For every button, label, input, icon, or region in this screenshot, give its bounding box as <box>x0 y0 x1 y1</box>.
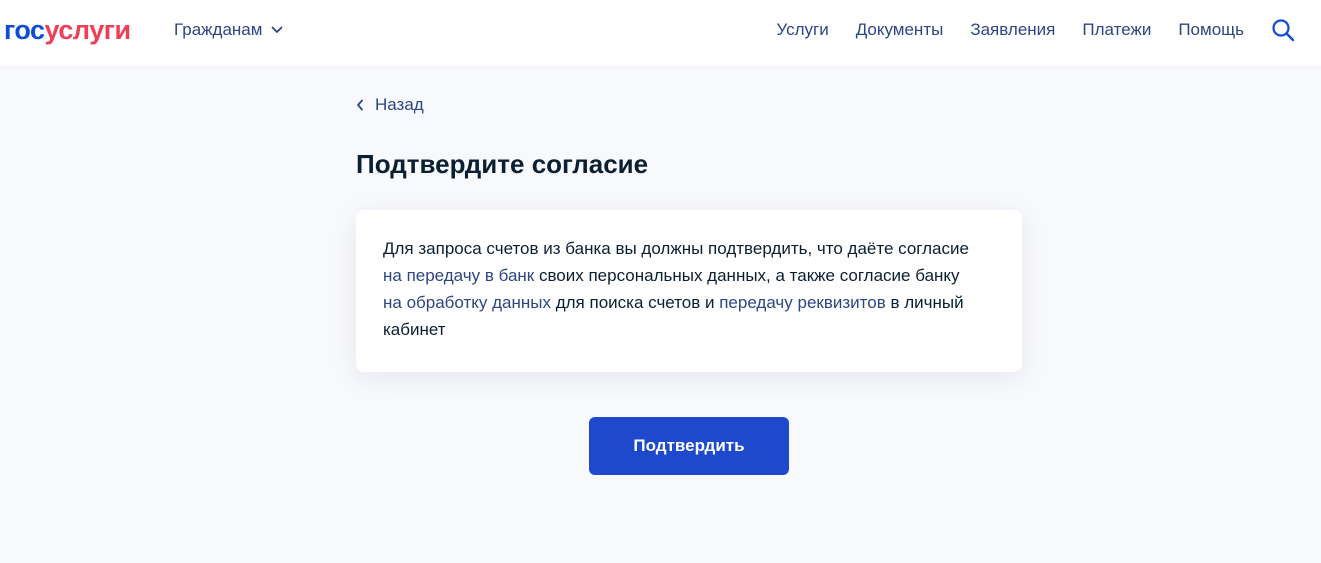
consent-text-part: своих персональных данных, а также согла… <box>534 266 960 285</box>
consent-text-part: Для запроса счетов из банка вы должны по… <box>383 239 969 258</box>
consent-text-part: для поиска счетов и <box>551 293 720 312</box>
link-requisites-transfer[interactable]: передачу реквизитов <box>719 293 886 312</box>
link-transfer-to-bank[interactable]: на передачу в банк <box>383 266 534 285</box>
nav-item-help[interactable]: Помощь <box>1178 20 1244 40</box>
link-data-processing[interactable]: на обработку данных <box>383 293 551 312</box>
gosuslugi-logo[interactable]: госуслуги <box>4 14 131 46</box>
nav-item-documents[interactable]: Документы <box>856 20 944 40</box>
logo-part-gos: гос <box>4 15 45 45</box>
main-nav: Услуги Документы Заявления Платежи Помощ… <box>776 18 1321 42</box>
back-link-label: Назад <box>375 95 424 114</box>
consent-card: Для запроса счетов из банка вы должны по… <box>356 210 1022 372</box>
chevron-down-icon <box>272 26 283 33</box>
nav-item-services[interactable]: Услуги <box>776 20 828 40</box>
logo-part-uslugi: услуги <box>44 15 132 45</box>
nav-item-payments[interactable]: Платежи <box>1082 20 1151 40</box>
page-title: Подтвердите согласие <box>356 149 649 179</box>
site-header: госуслуги Гражданам Услуги Документы Зая… <box>0 0 1321 66</box>
audience-dropdown-label: Гражданам <box>174 20 263 39</box>
search-icon <box>1272 19 1295 42</box>
search-button[interactable] <box>1271 18 1295 42</box>
chevron-left-icon <box>357 99 363 111</box>
back-link[interactable]: Назад <box>356 93 424 117</box>
nav-item-applications[interactable]: Заявления <box>970 20 1055 40</box>
confirm-button[interactable]: Подтвердить <box>589 417 789 475</box>
consent-text: Для запроса счетов из банка вы должны по… <box>383 235 983 343</box>
audience-dropdown[interactable]: Гражданам <box>174 18 283 42</box>
